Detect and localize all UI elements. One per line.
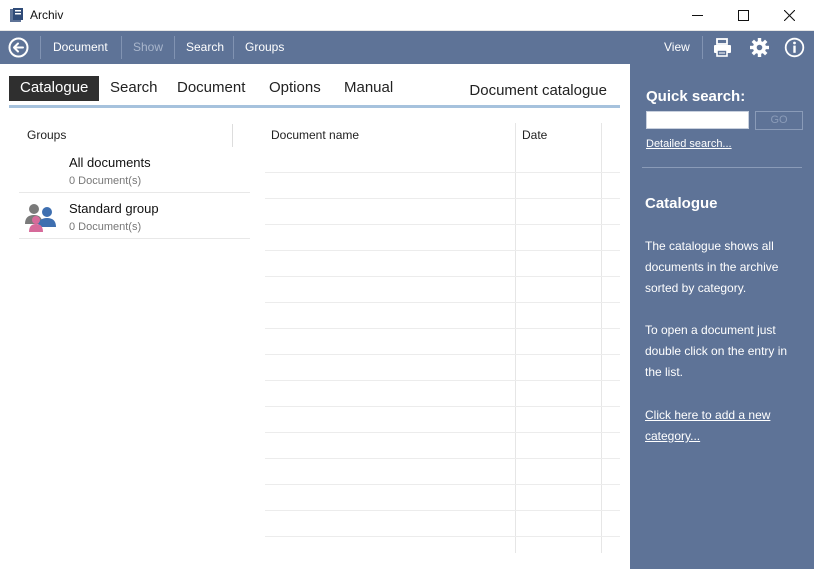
toolbar-view-button[interactable]: View: [664, 40, 690, 54]
tab-catalogue[interactable]: Catalogue: [9, 76, 100, 101]
table-row-line: [265, 198, 620, 199]
settings-gear-icon[interactable]: [749, 37, 770, 58]
table-row-line: [265, 536, 620, 537]
toolbar-separator: [702, 36, 703, 59]
minimize-button[interactable]: [674, 0, 720, 31]
toolbar: Document Show Search Groups View: [0, 31, 814, 64]
table-row-line: [265, 276, 620, 277]
panel-divider: [642, 167, 802, 168]
table-row-line: [265, 250, 620, 251]
print-icon[interactable]: [712, 37, 733, 58]
archive-app-icon: [10, 8, 23, 22]
quick-search-title: Quick search:: [646, 88, 746, 105]
tab-search[interactable]: Search: [110, 76, 158, 101]
back-arrow-icon[interactable]: [8, 37, 29, 58]
group-name: Standard group: [69, 201, 159, 216]
toolbar-separator: [233, 36, 234, 59]
close-icon: [783, 10, 795, 21]
table-row-line: [265, 354, 620, 355]
user-group-icon: [25, 204, 56, 232]
maximize-button[interactable]: [720, 0, 766, 31]
toolbar-groups-button[interactable]: Groups: [245, 40, 284, 54]
close-button[interactable]: [766, 0, 812, 31]
table-row-line: [265, 432, 620, 433]
column-header-document-name[interactable]: Document name: [271, 128, 359, 142]
group-name: All documents: [69, 155, 151, 170]
minimize-icon: [691, 15, 703, 16]
tab-document[interactable]: Document: [177, 76, 245, 101]
toolbar-show-button[interactable]: Show: [133, 40, 163, 54]
toolbar-search-button[interactable]: Search: [186, 40, 224, 54]
toolbar-separator: [40, 36, 41, 59]
document-table-header: Document name Date: [265, 120, 620, 150]
quick-search-go-button[interactable]: GO: [755, 111, 803, 130]
add-category-link[interactable]: Click here to add a new category...: [645, 405, 805, 447]
table-row-line: [265, 406, 620, 407]
window-title: Archiv: [30, 8, 64, 22]
table-row-line: [265, 328, 620, 329]
tab-underline: [9, 105, 620, 108]
table-row-line: [265, 458, 620, 459]
table-row-line: [265, 302, 620, 303]
panel-description: The catalogue shows all documents in the…: [645, 239, 779, 295]
column-divider[interactable]: [515, 123, 516, 553]
quick-search-input[interactable]: [646, 111, 749, 129]
info-icon[interactable]: [784, 37, 805, 58]
side-panel: Quick search: GO Detailed search... Cata…: [630, 64, 814, 569]
group-item-all-documents[interactable]: All documents 0 Document(s): [19, 147, 250, 193]
group-count: 0 Document(s): [69, 175, 142, 187]
panel-instructions: To open a document just double click on …: [645, 323, 788, 379]
table-row-line: [265, 224, 620, 225]
groups-header: Groups: [27, 128, 67, 142]
column-divider[interactable]: [601, 123, 602, 553]
group-item-standard-group[interactable]: Standard group 0 Document(s): [19, 193, 250, 239]
groups-column-divider: [232, 124, 233, 147]
column-header-date[interactable]: Date: [522, 128, 547, 142]
maximize-icon: [737, 10, 749, 21]
toolbar-separator: [121, 36, 122, 59]
tab-options[interactable]: Options: [269, 76, 321, 101]
table-row-line: [265, 484, 620, 485]
group-count: 0 Document(s): [69, 221, 142, 233]
main-tabs: Catalogue Search Document Options Manual…: [0, 64, 630, 112]
toolbar-document-button[interactable]: Document: [53, 40, 108, 54]
toolbar-separator: [174, 36, 175, 59]
table-row-line: [265, 172, 620, 173]
tab-manual[interactable]: Manual: [344, 76, 393, 101]
document-table[interactable]: Document name Date: [265, 120, 620, 553]
table-row-line: [265, 510, 620, 511]
table-row-line: [265, 380, 620, 381]
section-title: Document catalogue: [469, 82, 607, 99]
title-bar: Archiv: [0, 0, 814, 31]
detailed-search-link[interactable]: Detailed search...: [646, 138, 732, 150]
panel-heading: Catalogue: [645, 195, 718, 212]
